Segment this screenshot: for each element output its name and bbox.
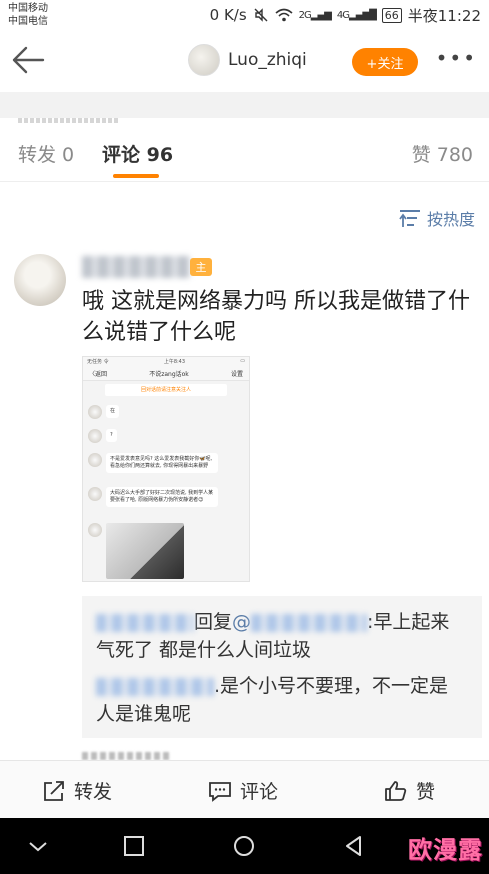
comment-timestamp-partial (82, 752, 172, 760)
bottom-action-bar: 转发 评论 赞 (0, 760, 489, 818)
tab-repost[interactable]: 转发 0 (18, 140, 74, 167)
home-icon[interactable] (232, 834, 256, 858)
share-icon (44, 780, 64, 801)
back-arrow-icon[interactable] (10, 44, 46, 76)
mute-icon (254, 8, 268, 22)
comment-icon (209, 781, 231, 802)
image-message-avatar (88, 523, 102, 537)
image-message: ? (88, 429, 117, 443)
section-divider (0, 92, 489, 118)
clock: 半夜11:22 (407, 6, 481, 25)
commenter-avatar[interactable] (14, 254, 66, 306)
comment-label[interactable]: 评论 (240, 777, 278, 804)
image-message-bubble: 大码迟么大手部了好好二次现范说, 我到学人某要张看了哈, 原版网络暴力伪所安静诺… (106, 487, 218, 507)
image-chat-header: 〈返回 不说zang话ok 设置 (83, 367, 249, 381)
tab-comments[interactable]: 评论 96 (102, 140, 173, 167)
user-avatar[interactable] (188, 44, 220, 76)
back-triangle-icon[interactable] (342, 834, 366, 858)
status-bar: 中国移动 中国电信 0 K/s 2G▂▄▆ 4G▂▄▆█ 66 半夜11:22 (0, 0, 489, 32)
carrier-primary: 中国移动 (8, 3, 48, 14)
image-message: 在 (88, 405, 120, 419)
image-chat-title: 不说zang话ok (149, 371, 189, 378)
wifi-icon (275, 8, 293, 22)
image-status-left: 无任务 令 (87, 359, 109, 365)
image-message: 大码迟么大手部了好好二次现范说, 我到学人某要张看了哈, 原版网络暴力伪所安静诺… (88, 487, 218, 507)
like-label[interactable]: 赞 (416, 777, 435, 804)
user-profile-link[interactable]: Luo_zhiqi (188, 44, 307, 76)
recent-apps-icon[interactable] (122, 834, 146, 858)
comment-text: 哦 这就是网络暴力吗 所以我是做错了什么说错了什么呢 (82, 289, 470, 345)
like-button[interactable]: 赞 (384, 777, 435, 804)
reply-mention[interactable]: @ (232, 611, 251, 633)
reply-thread[interactable]: 回复@:早上起来气死了 都是什么人间垃圾 .是个小号不要理，不一定是人是谁鬼呢 (82, 596, 482, 738)
interaction-tabs: 转发 0 评论 96 赞 780 (0, 118, 489, 182)
image-message-avatar (88, 405, 102, 419)
reply-item[interactable]: .是个小号不要理，不一定是人是谁鬼呢 (96, 672, 466, 728)
signal-2g-icon: 2G▂▄▆ (298, 9, 332, 21)
carrier-info: 中国移动 中国电信 (8, 2, 48, 28)
comment-button[interactable]: 评论 (208, 777, 278, 804)
network-speed: 0 K/s (209, 6, 247, 24)
image-message: 不是爱发表意见吗? 这么爱发表我截好你🦋呢, 看急给你们两还算就去, 你现得网暴… (88, 453, 218, 473)
reply-author-blurred[interactable] (96, 613, 194, 632)
nav-collapse-icon[interactable] (26, 834, 50, 858)
system-nav-bar: 欧漫露 (0, 818, 489, 874)
image-message-avatar (88, 487, 102, 501)
image-settings-label: 设置 (230, 371, 243, 378)
repost-button[interactable]: 转发 (42, 777, 112, 804)
follow-button[interactable]: +关注 (352, 48, 418, 76)
image-hint: 回对话前请注意关注人 (105, 384, 227, 396)
active-tab-indicator (113, 174, 159, 178)
image-message-bubble: 不是爱发表意见吗? 这么爱发表我截好你🦋呢, 看急给你们两还算就去, 你现得网暴… (106, 453, 218, 473)
image-message (88, 523, 184, 579)
battery-level: 66 (381, 7, 402, 23)
sort-by-hot-button[interactable]: 按热度 (399, 206, 475, 230)
reply-verb: 回复 (194, 611, 233, 633)
carrier-secondary: 中国电信 (8, 16, 48, 27)
sort-label[interactable]: 按热度 (427, 206, 475, 230)
image-photo-message (106, 523, 184, 579)
image-message-avatar (88, 429, 102, 443)
sort-icon (399, 210, 420, 227)
image-back-label: 〈返回 (89, 371, 108, 378)
status-indicators: 0 K/s 2G▂▄▆ 4G▂▄▆█ 66 半夜11:22 (210, 4, 481, 26)
signal-4g-icon: 4G▂▄▆█ (336, 9, 377, 21)
image-status-bar: 无任务 令 上午8:43 ▭ (83, 357, 249, 367)
image-status-time: 上午8:43 (163, 359, 186, 365)
username[interactable]: Luo_zhiqi (228, 50, 307, 70)
mention-name-blurred[interactable] (251, 613, 368, 632)
image-message-bubble: ? (106, 429, 117, 442)
repost-label[interactable]: 转发 (74, 777, 112, 804)
top-bar: Luo_zhiqi +关注 ••• (0, 32, 489, 123)
commenter-name-blurred[interactable] (82, 256, 190, 278)
tab-likes[interactable]: 赞 780 (412, 140, 473, 167)
image-battery-icon: ▭ (240, 358, 245, 364)
watermark: 欧漫露 (408, 836, 483, 864)
more-icon[interactable]: ••• (436, 46, 477, 70)
thumbs-up-icon (385, 780, 407, 801)
author-badge: 主 (190, 258, 212, 276)
reply-author-blurred[interactable] (96, 677, 214, 696)
image-message-bubble: 在 (106, 405, 120, 418)
reply-item[interactable]: 回复@:早上起来气死了 都是什么人间垃圾 (96, 608, 466, 664)
comment-image[interactable]: 无任务 令 上午8:43 ▭ 〈返回 不说zang话ok 设置 回对话前请注意关… (82, 356, 250, 582)
image-message-avatar (88, 453, 102, 467)
